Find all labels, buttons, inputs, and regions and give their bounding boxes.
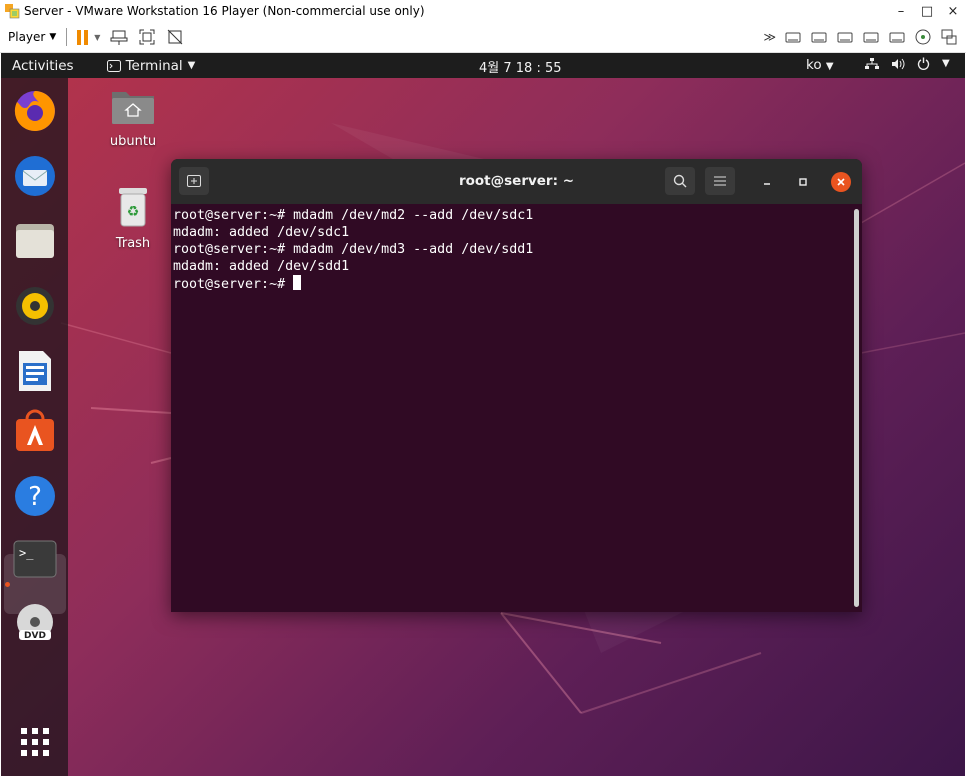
close-icon (837, 178, 845, 186)
thunderbird-icon[interactable] (11, 152, 59, 200)
terminal-small-icon (106, 59, 121, 72)
ubuntu-dock: ? >_ DVD (1, 78, 68, 776)
vmware-logo-icon (5, 4, 20, 19)
svg-text:DVD: DVD (24, 631, 46, 641)
help-icon[interactable]: ? (11, 472, 59, 520)
chevron-down-icon: ▼ (49, 32, 57, 42)
device-icons: ≫ (763, 28, 958, 46)
pause-button[interactable] (77, 29, 89, 45)
terminal-line: mdadm: added /dev/sdd1 (173, 259, 350, 274)
unity-mode-icon[interactable] (166, 28, 184, 46)
terminal-close-button[interactable] (831, 172, 851, 192)
caret-down-icon: ▼ (825, 61, 834, 72)
terminal-maximize-button[interactable] (793, 172, 813, 192)
power-icon (917, 57, 930, 70)
terminal-output[interactable]: root@server:~# mdadm /dev/md2 --add /dev… (171, 204, 862, 612)
fullscreen-icon[interactable] (138, 28, 156, 46)
player-menu[interactable]: Player ▼ (8, 30, 56, 44)
terminal-headerbar[interactable]: root@server: ~ (171, 159, 862, 204)
libreoffice-writer-icon[interactable] (11, 347, 59, 395)
svg-text:♻: ♻ (127, 204, 140, 220)
desktop-trash[interactable]: ♻ Trash (98, 186, 168, 251)
desktop-icon-label: ubuntu (109, 134, 157, 149)
terminal-prompt-line: root@server:~# (173, 275, 862, 293)
volume-icon (892, 58, 905, 69)
desktop-icon-label: Trash (115, 236, 151, 251)
gnome-top-bar: Activities Terminal ▼ 4월 7 18 : 55 ko ▼ … (1, 53, 965, 78)
send-ctrl-alt-del-icon[interactable] (110, 28, 128, 46)
app-menu-label: Terminal (125, 57, 183, 74)
caret-down-icon: ▼ (187, 60, 196, 71)
hard-disk-icon[interactable] (862, 28, 880, 46)
caret-down-icon: ▼ (942, 58, 950, 69)
ubuntu-desktop: Activities Terminal ▼ 4월 7 18 : 55 ko ▼ … (1, 53, 965, 776)
terminal-window[interactable]: root@server: ~ root@server:~# mdadm /dev… (171, 159, 862, 612)
firefox-icon[interactable] (11, 87, 59, 135)
dvd-icon[interactable]: DVD (11, 600, 59, 648)
search-button[interactable] (665, 167, 695, 195)
hard-disk-icon[interactable] (836, 28, 854, 46)
terminal-line: root@server:~# mdadm /dev/md2 --add /dev… (173, 208, 534, 223)
show-apps-icon[interactable] (11, 718, 59, 766)
search-icon (673, 174, 687, 188)
minimize-button[interactable]: – (888, 4, 914, 19)
input-language-label: ko (806, 57, 822, 73)
input-language-indicator[interactable]: ko ▼ (806, 57, 834, 73)
activities-button[interactable]: Activities (12, 58, 74, 74)
vmware-window-title: Server - VMware Workstation 16 Player (N… (24, 4, 425, 18)
hard-disk-icon[interactable] (888, 28, 906, 46)
system-menu[interactable]: ▼ (865, 57, 950, 70)
hard-disk-icon[interactable] (784, 28, 802, 46)
cd-drive-icon[interactable] (914, 28, 932, 46)
minimize-icon (764, 183, 770, 185)
rhythmbox-icon[interactable] (11, 282, 59, 330)
vmware-toolbar: Player ▼ ▼ ≫ (0, 22, 966, 53)
vmware-titlebar: Server - VMware Workstation 16 Player (N… (0, 0, 966, 22)
app-menu[interactable]: Terminal ▼ (106, 57, 196, 74)
hard-disk-icon[interactable] (810, 28, 828, 46)
text-cursor (293, 275, 302, 290)
player-menu-label: Player (8, 30, 46, 44)
terminal-line: root@server:~# mdadm /dev/md3 --add /dev… (173, 242, 534, 257)
clock[interactable]: 4월 7 18 : 55 (479, 57, 562, 76)
toolbar-divider (66, 28, 68, 46)
terminal-prompt: root@server:~# (173, 277, 294, 292)
maximize-icon (799, 178, 807, 186)
running-indicator (5, 582, 10, 587)
maximize-button[interactable]: □ (914, 4, 940, 19)
terminal-scrollbar[interactable] (854, 209, 859, 607)
hamburger-menu-icon (714, 176, 726, 186)
terminal-minimize-button[interactable] (757, 172, 777, 192)
terminal-line: mdadm: added /dev/sdc1 (173, 225, 350, 240)
files-icon[interactable] (11, 217, 59, 265)
close-button[interactable]: × (940, 4, 966, 19)
desktop-home-folder[interactable]: ubuntu (98, 86, 168, 149)
svg-text:>_: >_ (19, 546, 34, 560)
software-center-icon[interactable] (11, 407, 59, 455)
trash-icon: ♻ (119, 188, 147, 227)
menu-button[interactable] (705, 167, 735, 195)
svg-text:?: ? (28, 482, 42, 512)
home-folder-icon (112, 92, 154, 124)
terminal-icon[interactable]: >_ (11, 535, 59, 583)
network-icon (865, 57, 879, 69)
network-adapter-icon[interactable] (940, 28, 958, 46)
more-devices-icon[interactable]: ≫ (763, 30, 776, 44)
pause-dropdown-icon[interactable]: ▼ (94, 33, 100, 42)
